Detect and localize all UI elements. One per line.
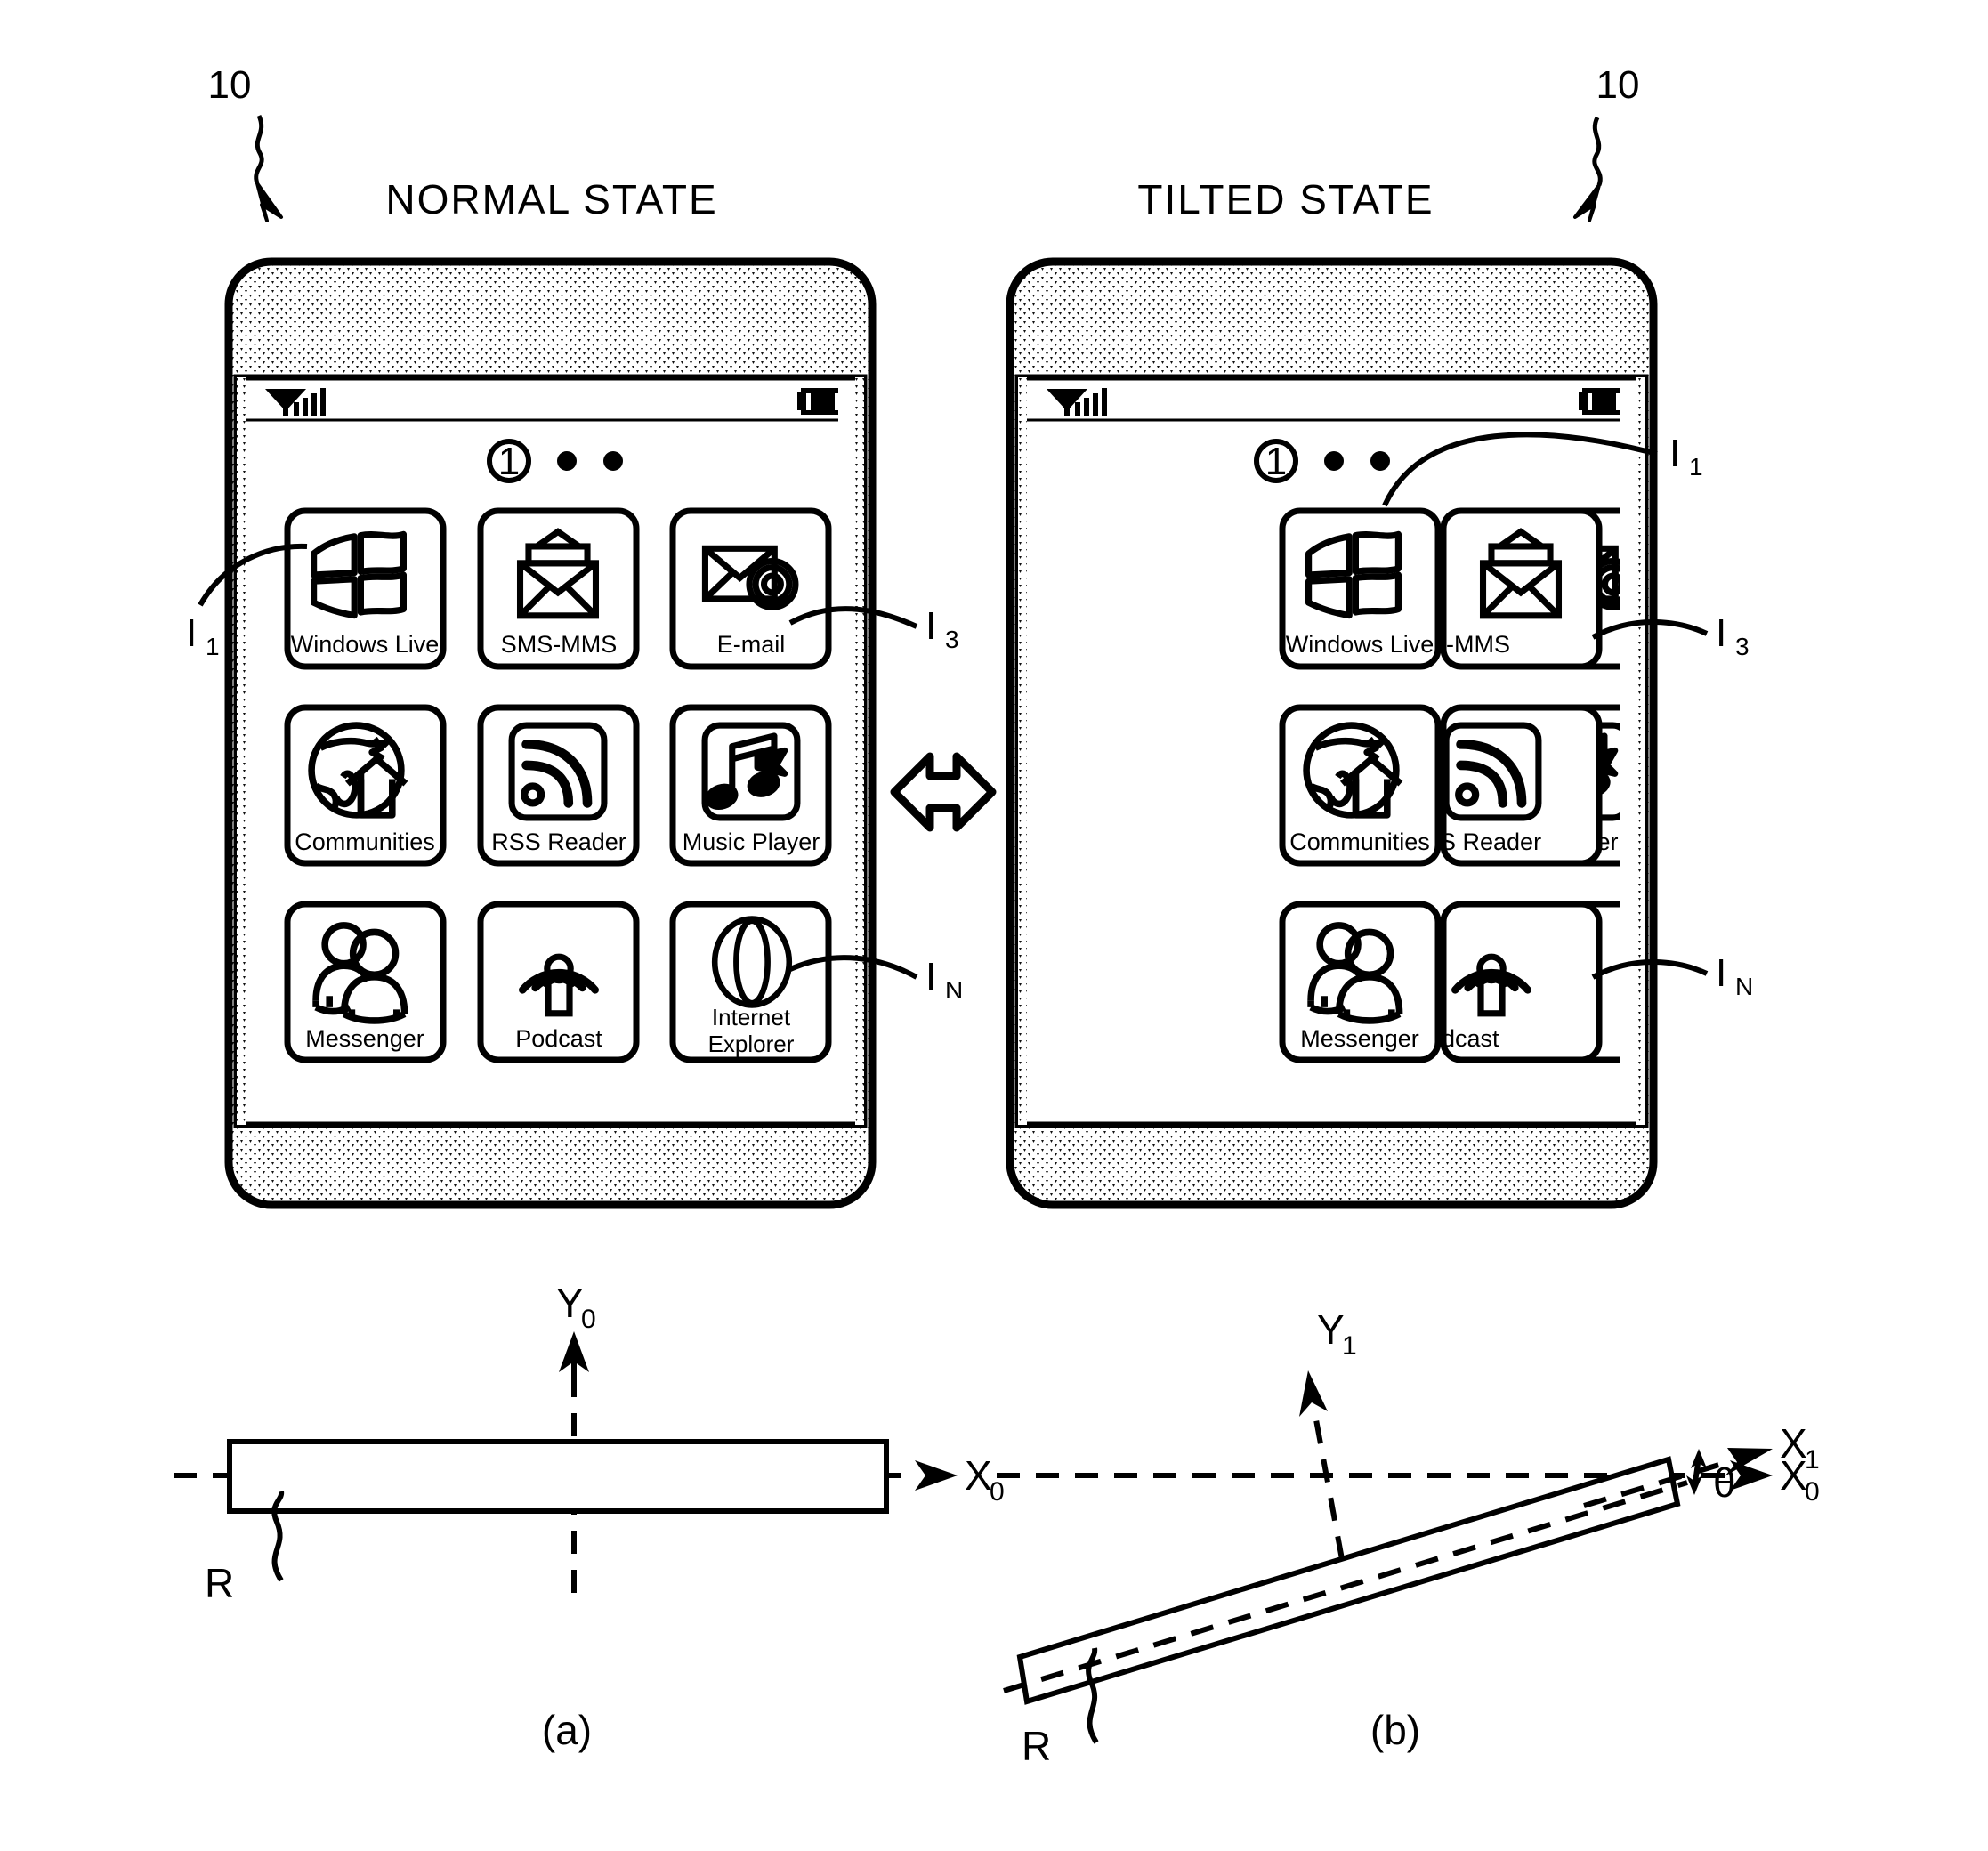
callout-i3-left-text: I bbox=[925, 604, 936, 648]
screen-edge-right-tilted bbox=[1636, 377, 1645, 1125]
panel-label-a: (a) bbox=[542, 1707, 592, 1753]
normal-state-title: NORMAL STATE bbox=[385, 176, 717, 222]
app-grid-normal[interactable]: Windows Live SMS-MMS E-mail Communities bbox=[284, 507, 832, 1063]
app-label-messenger: Messenger bbox=[305, 1025, 424, 1052]
patent-figure-root: 10 NORMAL STATE 1 Windows Live SMS-MMS E… bbox=[0, 0, 1988, 1851]
app-label-rss-reader-tilted: S Reader bbox=[1440, 829, 1541, 855]
pager-dot-3-tilted[interactable] bbox=[1370, 451, 1390, 471]
app-tile-music-player[interactable]: Music Player bbox=[669, 704, 832, 867]
screen-edge-right bbox=[855, 377, 864, 1125]
app-tile-messenger[interactable]: Messenger bbox=[284, 901, 447, 1063]
callout-i3-right-sub: 3 bbox=[1735, 633, 1750, 660]
callout-i1-left-text: I bbox=[186, 611, 197, 655]
app-label-sms-mms: SMS-MMS bbox=[501, 631, 618, 658]
callout-in-left-sub: N bbox=[945, 976, 963, 1004]
pager-current-number: 1 bbox=[498, 440, 520, 483]
app-label-podcast: Podcast bbox=[515, 1025, 602, 1052]
app-label-messenger-tilted: Messenger bbox=[1300, 1025, 1419, 1052]
ref-10-left-text: 10 bbox=[208, 63, 252, 107]
axis-x0-b-sub: 0 bbox=[1805, 1477, 1820, 1507]
app-tile-communities-tilted[interactable]: Communities bbox=[1279, 704, 1442, 867]
pager-dot-2[interactable] bbox=[557, 451, 577, 471]
app-label-communities-tilted: Communities bbox=[1289, 829, 1430, 855]
device-ref-r-a-text: R bbox=[205, 1560, 234, 1606]
app-label-internet-explorer-line1: Internet bbox=[712, 1004, 791, 1031]
pager-current-number-tilted: 1 bbox=[1265, 440, 1287, 483]
axis-y1-label: Y bbox=[1317, 1306, 1345, 1353]
app-tile-rss-reader[interactable]: RSS Reader bbox=[477, 704, 640, 867]
app-label-windows-live: Windows Live bbox=[291, 631, 440, 658]
app-grid-tilted[interactable]: mail -MMS Windows Live Player S bbox=[1279, 507, 1669, 1063]
axis-x0-a-sub: 0 bbox=[990, 1477, 1005, 1507]
app-tile-podcast[interactable]: Podcast bbox=[477, 901, 640, 1063]
callout-i1-right-text: I bbox=[1669, 432, 1680, 475]
device-ref-r-b-text: R bbox=[1022, 1723, 1051, 1769]
angle-theta-label: θ bbox=[1713, 1459, 1736, 1506]
callout-in-right-text: I bbox=[1716, 951, 1726, 995]
callout-i3-right-text: I bbox=[1716, 611, 1726, 655]
app-tile-e-mail[interactable]: E-mail bbox=[669, 507, 832, 670]
axis-x1-sub: 1 bbox=[1805, 1445, 1820, 1475]
callout-i1-left-sub: 1 bbox=[206, 633, 220, 660]
app-tile-sms-mms-tilted[interactable]: -MMS bbox=[1440, 507, 1603, 670]
device-slab-flat bbox=[227, 1439, 889, 1514]
app-tile-windows-live-tilted[interactable]: Windows Live bbox=[1279, 507, 1442, 670]
screen-edge-left bbox=[237, 377, 246, 1125]
axis-x0-a-label: X bbox=[965, 1452, 992, 1499]
app-tile-windows-live[interactable]: Windows Live bbox=[284, 507, 447, 670]
axis-x1-label: X bbox=[1780, 1420, 1807, 1467]
app-tile-internet-explorer[interactable]: Internet Explorer bbox=[669, 901, 832, 1063]
app-label-internet-explorer-line2: Explorer bbox=[708, 1031, 795, 1057]
app-tile-podcast-tilted[interactable]: dcast bbox=[1440, 901, 1603, 1063]
app-label-podcast-tilted: dcast bbox=[1442, 1025, 1499, 1052]
app-label-sms-mms-tilted: -MMS bbox=[1446, 631, 1510, 658]
tilted-state-title: TILTED STATE bbox=[1137, 176, 1434, 222]
axis-y0-label: Y bbox=[556, 1280, 584, 1326]
app-tile-communities[interactable]: Communities bbox=[284, 704, 447, 867]
axis-y1-sub: 1 bbox=[1342, 1331, 1357, 1361]
pager-dot-2-tilted[interactable] bbox=[1324, 451, 1344, 471]
callout-in-right-sub: N bbox=[1735, 973, 1753, 1000]
pager-dot-3[interactable] bbox=[603, 451, 623, 471]
app-label-e-mail: E-mail bbox=[717, 631, 786, 658]
screen-edge-left-tilted bbox=[1018, 377, 1027, 1125]
callout-i1-right-sub: 1 bbox=[1689, 453, 1703, 481]
ref-10-right-text: 10 bbox=[1596, 63, 1640, 107]
axis-y0-sub: 0 bbox=[581, 1305, 596, 1334]
panel-label-b: (b) bbox=[1370, 1707, 1420, 1753]
app-tile-messenger-tilted[interactable]: Messenger bbox=[1279, 901, 1442, 1063]
app-label-rss-reader: RSS Reader bbox=[491, 829, 626, 855]
app-tile-rss-reader-tilted[interactable]: S Reader bbox=[1440, 704, 1603, 867]
app-tile-sms-mms[interactable]: SMS-MMS bbox=[477, 507, 640, 670]
callout-in-left-text: I bbox=[925, 955, 936, 998]
callout-i3-left-sub: 3 bbox=[945, 626, 959, 653]
app-label-windows-live-tilted: Windows Live bbox=[1286, 631, 1434, 658]
app-label-communities: Communities bbox=[295, 829, 435, 855]
app-label-music-player: Music Player bbox=[683, 829, 820, 855]
